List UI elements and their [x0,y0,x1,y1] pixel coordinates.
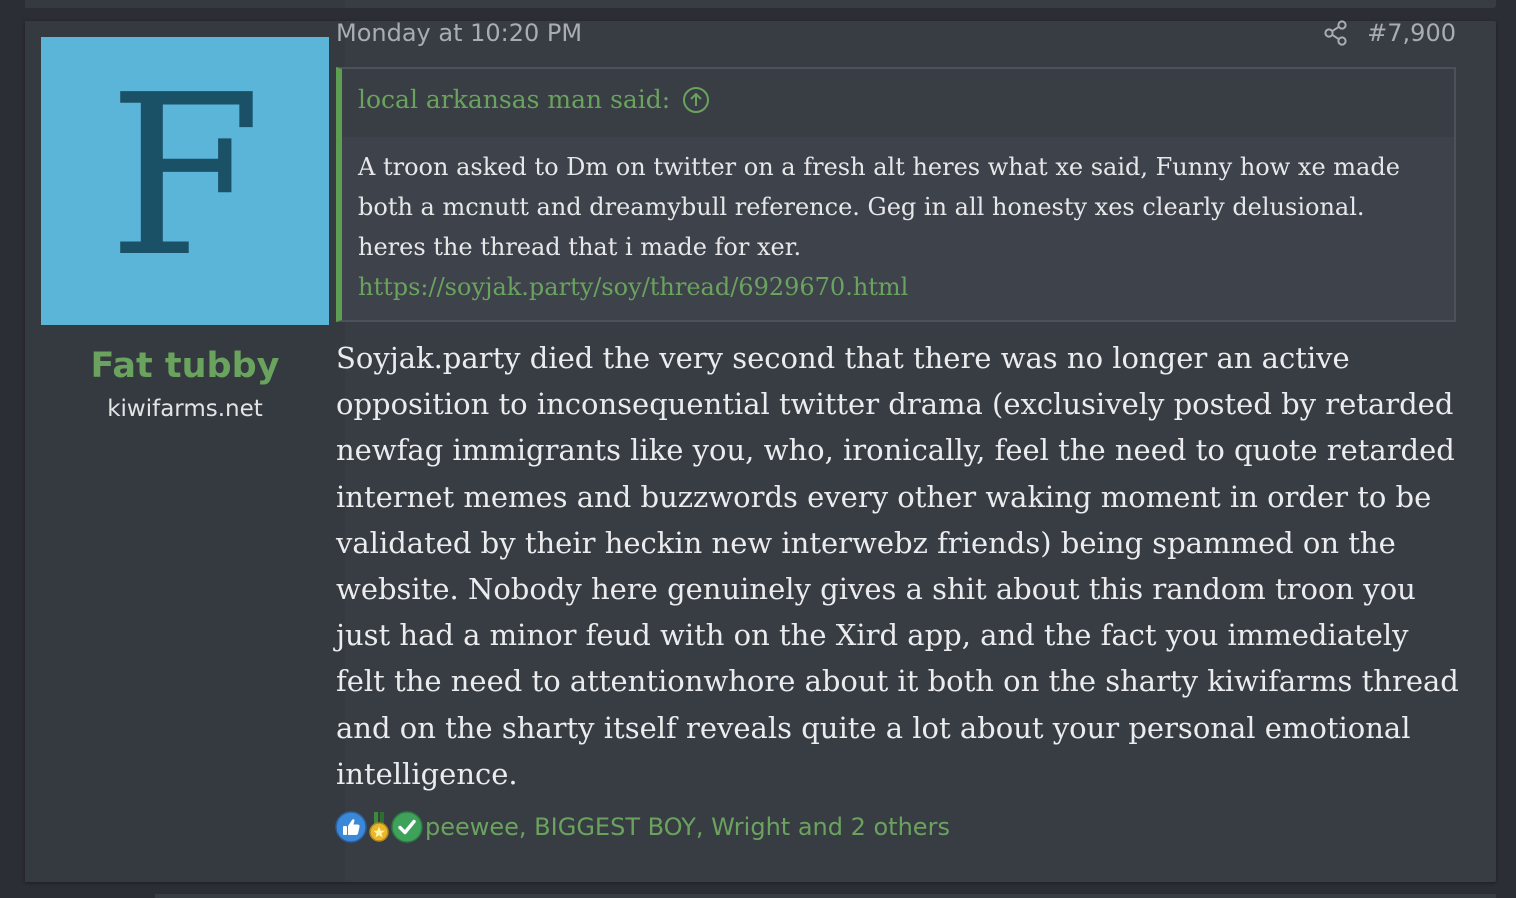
thumbs-up-icon[interactable] [335,811,367,843]
reaction-icons[interactable] [335,811,423,843]
post-date[interactable]: Monday at 10:20 PM [336,16,582,50]
post-user-cell: F Fat tubby kiwifarms.net [25,21,345,882]
share-icon[interactable] [1321,18,1351,48]
post-header: Monday at 10:20 PM #7,900 [336,14,1456,50]
quote-thread-link[interactable]: https://soyjak.party/soy/thread/6929670.… [358,267,1418,307]
checkmark-icon[interactable] [391,811,423,843]
post-number-link[interactable]: #7,900 [1367,16,1456,50]
quote-body: A troon asked to Dm on twitter on a fres… [358,147,1418,307]
username[interactable]: Fat tubby [25,344,345,388]
quote-text: A troon asked to Dm on twitter on a fres… [358,153,1400,261]
user-title: kiwifarms.net [107,396,263,422]
post-body: Soyjak.party died the very second that t… [336,341,1459,791]
quote-header: local arkansas man said: [342,69,1454,137]
next-post-edge [155,894,1496,898]
quote-attribution-link[interactable]: local arkansas man said: [358,83,710,117]
reaction-users-link[interactable]: peewee, BIGGEST BOY, Wright and 2 others [425,810,950,844]
arrow-up-circle-icon[interactable] [682,86,710,114]
quote-attribution-text: local arkansas man said: [358,85,671,114]
avatar[interactable]: F [41,37,329,325]
avatar-letter: F [107,48,263,306]
previous-post-edge [25,0,1496,8]
reactions-bar: peewee, BIGGEST BOY, Wright and 2 others [335,808,950,846]
quote-block: local arkansas man said: A troon asked t… [336,67,1456,322]
previous-post-user-cell [25,0,345,8]
winner-medal-icon[interactable] [363,811,395,843]
